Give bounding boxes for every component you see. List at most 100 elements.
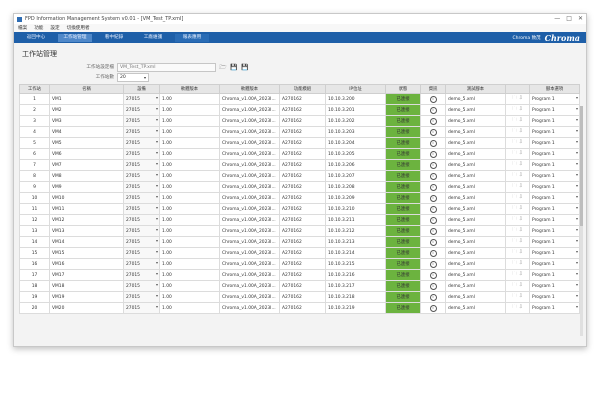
table-row[interactable]: 7 VM7 27015 ▾ 1.00 Chroma_v1.00A_2023I... A270… [19, 159, 580, 171]
folder-icon[interactable]: 🗀 [512, 293, 517, 299]
info-cell[interactable]: i [420, 214, 446, 226]
cell-ip[interactable]: 10.10.3.215 [325, 258, 386, 270]
program-select[interactable]: Program 1 ▾ [529, 236, 580, 248]
tab-factory-maintenance[interactable]: 工廠維護 [136, 34, 170, 42]
device-select[interactable]: 27015 ▾ [123, 302, 160, 314]
folder-icon[interactable]: 🗀 [512, 150, 517, 156]
table-row[interactable]: 11 VM11 27015 ▾ 1.00 Chroma_v1.00A_2023I... A2… [19, 203, 580, 215]
table-row[interactable]: 2 VM2 27015 ▾ 1.00 Chroma_v1.00A_2023I... A270… [19, 104, 580, 116]
device-select[interactable]: 27015 ▾ [123, 137, 160, 149]
program-select[interactable]: Program 1 ▾ [529, 93, 580, 105]
cell-ip[interactable]: 10.10.3.203 [325, 126, 386, 138]
folder-icon[interactable]: 🗀 [512, 128, 517, 134]
info-cell[interactable]: i [420, 137, 446, 149]
cell-name[interactable]: VM18 [49, 280, 124, 292]
header-script[interactable]: 測試腳本 [445, 84, 506, 94]
tab-home[interactable]: 返回中心 [19, 34, 53, 42]
info-icon[interactable]: i [429, 183, 437, 191]
program-select[interactable]: Program 1 ▾ [529, 280, 580, 292]
program-select[interactable]: Program 1 ▾ [529, 137, 580, 149]
download-icon[interactable]: ⇩ [519, 227, 523, 233]
cell-ip[interactable]: 10.10.3.212 [325, 225, 386, 237]
program-select[interactable]: Program 1 ▾ [529, 214, 580, 226]
program-select[interactable]: Program 1 ▾ [529, 126, 580, 138]
cell-script[interactable]: demo_5.xml [445, 181, 506, 193]
info-icon[interactable]: i [429, 260, 437, 268]
info-cell[interactable]: i [420, 291, 446, 303]
info-icon[interactable]: i [429, 172, 437, 180]
device-select[interactable]: 27015 ▾ [123, 192, 160, 204]
download-icon[interactable]: ⇩ [519, 271, 523, 277]
folder-icon[interactable]: 🗀 [512, 205, 517, 211]
info-cell[interactable]: i [420, 203, 446, 215]
cell-script[interactable]: demo_5.xml [445, 291, 506, 303]
minimize-button[interactable]: — [554, 15, 560, 22]
download-icon[interactable]: ⇩ [519, 216, 523, 222]
download-icon[interactable]: ⇩ [519, 304, 523, 310]
cell-script[interactable]: demo_5.xml [445, 159, 506, 171]
cell-ip[interactable]: 10.10.3.218 [325, 291, 386, 303]
cell-name[interactable]: VM7 [49, 159, 124, 171]
cell-ip[interactable]: 10.10.3.204 [325, 137, 386, 149]
table-row[interactable]: 19 VM19 27015 ▾ 1.00 Chroma_v1.00A_2023I... A2… [19, 291, 580, 303]
download-icon[interactable]: ⇩ [519, 249, 523, 255]
info-cell[interactable]: i [420, 225, 446, 237]
info-cell[interactable]: i [420, 115, 446, 127]
table-row[interactable]: 14 VM14 27015 ▾ 1.00 Chroma_v1.00A_2023I... A2… [19, 236, 580, 248]
info-cell[interactable]: i [420, 126, 446, 138]
device-select[interactable]: 27015 ▾ [123, 115, 160, 127]
scrollbar-thumb[interactable] [580, 106, 583, 226]
table-row[interactable]: 15 VM15 27015 ▾ 1.00 Chroma_v1.00A_2023I... A2… [19, 247, 580, 259]
info-icon[interactable]: i [429, 304, 437, 312]
cell-ip[interactable]: 10.10.3.208 [325, 181, 386, 193]
table-row[interactable]: 9 VM9 27015 ▾ 1.00 Chroma_v1.00A_2023I... A270… [19, 181, 580, 193]
table-row[interactable]: 13 VM13 27015 ▾ 1.00 Chroma_v1.00A_2023I... A2… [19, 225, 580, 237]
cell-script[interactable]: demo_5.xml [445, 148, 506, 160]
info-cell[interactable]: i [420, 93, 446, 105]
program-select[interactable]: Program 1 ▾ [529, 247, 580, 259]
device-select[interactable]: 27015 ▾ [123, 170, 160, 182]
folder-icon[interactable]: 🗀 [512, 183, 517, 189]
folder-icon[interactable]: 🗀 [512, 282, 517, 288]
header-info[interactable]: 資訊 [420, 84, 446, 94]
folder-icon[interactable]: 🗀 [512, 249, 517, 255]
tab-reports[interactable]: 報表應用 [175, 33, 209, 42]
table-row[interactable]: 18 VM18 27015 ▾ 1.00 Chroma_v1.00A_2023I... A2… [19, 280, 580, 292]
cell-script[interactable]: demo_5.xml [445, 247, 506, 259]
cell-script[interactable]: demo_5.xml [445, 192, 506, 204]
device-select[interactable]: 27015 ▾ [123, 104, 160, 116]
download-icon[interactable]: ⇩ [519, 205, 523, 211]
cell-script[interactable]: demo_5.xml [445, 126, 506, 138]
config-file-field[interactable]: VM_Test_TP.xml [117, 62, 216, 72]
vertical-scrollbar[interactable] [580, 106, 583, 336]
cell-script[interactable]: demo_5.xml [445, 225, 506, 237]
download-icon[interactable]: ⇩ [519, 260, 523, 266]
download-icon[interactable]: ⇩ [519, 172, 523, 178]
download-icon[interactable]: ⇩ [519, 117, 523, 123]
table-row[interactable]: 6 VM6 27015 ▾ 1.00 Chroma_v1.00A_2023I... A270… [19, 148, 580, 160]
cell-name[interactable]: VM19 [49, 291, 124, 303]
cell-name[interactable]: VM12 [49, 214, 124, 226]
program-select[interactable]: Program 1 ▾ [529, 104, 580, 116]
info-cell[interactable]: i [420, 192, 446, 204]
download-icon[interactable]: ⇩ [519, 194, 523, 200]
info-cell[interactable]: i [420, 258, 446, 270]
folder-icon[interactable]: 🗀 [512, 95, 517, 101]
device-select[interactable]: 27015 ▾ [123, 269, 160, 281]
save-icon[interactable]: 💾 [230, 64, 238, 71]
table-row[interactable]: 17 VM17 27015 ▾ 1.00 Chroma_v1.00A_2023I... A2… [19, 269, 580, 281]
maximize-button[interactable]: □ [566, 15, 572, 22]
cell-ip[interactable]: 10.10.3.219 [325, 302, 386, 314]
device-select[interactable]: 27015 ▾ [123, 203, 160, 215]
info-icon[interactable]: i [429, 161, 437, 169]
header-workstation[interactable]: 工作站 [19, 84, 50, 94]
device-select[interactable]: 27015 ▾ [123, 258, 160, 270]
program-select[interactable]: Program 1 ▾ [529, 258, 580, 270]
cell-ip[interactable]: 10.10.3.202 [325, 115, 386, 127]
download-icon[interactable]: ⇩ [519, 183, 523, 189]
info-icon[interactable]: i [429, 238, 437, 246]
info-cell[interactable]: i [420, 302, 446, 314]
download-icon[interactable]: ⇩ [519, 161, 523, 167]
device-select[interactable]: 27015 ▾ [123, 148, 160, 160]
cell-script[interactable]: demo_5.xml [445, 258, 506, 270]
